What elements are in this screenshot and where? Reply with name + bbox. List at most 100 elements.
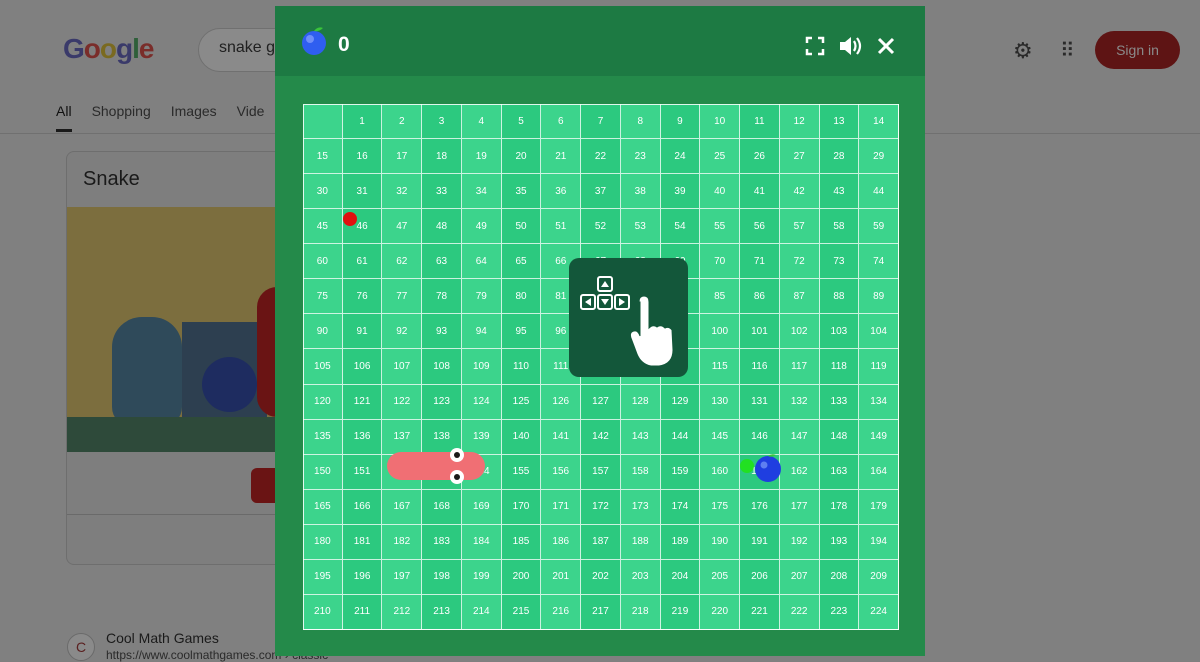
apple-food [755, 454, 781, 482]
grid-cell: 36 [541, 174, 582, 210]
grid-cell: 49 [461, 209, 502, 245]
grid-cell: 30 [303, 174, 343, 210]
grid-cell: 16 [342, 139, 383, 175]
search-tabs: All Shopping Images Vide [56, 103, 264, 132]
grid-cell: 3 [422, 104, 462, 140]
grid-cell: 146 [740, 419, 780, 455]
grid-cell: 170 [501, 489, 542, 525]
grid-cell: 192 [779, 524, 820, 560]
grid-cell: 130 [700, 384, 741, 420]
card-title: Snake [83, 168, 140, 190]
floor-shape [67, 417, 277, 452]
grid-cell [303, 104, 343, 140]
close-button[interactable] [868, 28, 904, 64]
grid-cell: 21 [541, 139, 582, 175]
grid-cell: 123 [422, 384, 462, 420]
grid-cell: 72 [779, 244, 820, 280]
grid-cell: 106 [342, 349, 383, 385]
grid-cell: 118 [819, 349, 860, 385]
result-title[interactable]: Cool Math Games [106, 630, 219, 646]
grid-cell: 108 [422, 349, 462, 385]
grid-cell: 143 [620, 419, 661, 455]
tab-shopping[interactable]: Shopping [92, 103, 151, 132]
grid-cell: 101 [740, 314, 780, 350]
grid-cell: 173 [620, 489, 661, 525]
grid-cell: 147 [779, 419, 820, 455]
hand-pointer-icon [629, 295, 674, 367]
grid-cell: 79 [461, 279, 502, 315]
grid-cell: 55 [700, 209, 741, 245]
gear-icon[interactable]: ⚙ [1013, 38, 1033, 64]
snake-eye-bottom [450, 470, 464, 484]
grid-cell: 109 [461, 349, 502, 385]
grid-cell: 75 [303, 279, 343, 315]
grid-cell: 174 [660, 489, 701, 525]
grid-cell: 134 [859, 384, 899, 420]
grid-cell: 52 [581, 209, 621, 245]
grid-cell: 164 [859, 454, 899, 490]
grid-cell: 160 [700, 454, 741, 490]
grid-cell: 191 [740, 524, 780, 560]
grid-cell: 11 [740, 104, 780, 140]
sound-button[interactable] [832, 28, 868, 64]
grid-cell: 175 [700, 489, 741, 525]
grid-cell: 200 [501, 559, 542, 595]
grid-cell: 167 [382, 489, 423, 525]
game-board[interactable]: 1 2 3 4 5 6 7 8 9 10 11 12 13 14 15 16 17 18 19 20 21 22 23 24 2… [303, 104, 899, 630]
grid-cell: 4 [461, 104, 502, 140]
grid-cell: 9 [660, 104, 701, 140]
grid-cell: 213 [422, 594, 462, 630]
grid-cell: 22 [581, 139, 621, 175]
fullscreen-button[interactable] [797, 28, 833, 64]
grid-cell: 27 [779, 139, 820, 175]
grid-cell: 139 [461, 419, 502, 455]
grid-cell: 151 [342, 454, 383, 490]
pineapple-shape [112, 317, 182, 427]
tab-all[interactable]: All [56, 103, 72, 132]
grid-cell: 54 [660, 209, 701, 245]
grid-cell: 38 [620, 174, 661, 210]
grid-cell: 142 [581, 419, 621, 455]
grid-cell: 80 [501, 279, 542, 315]
site-favicon: C [67, 633, 95, 661]
grid-cell: 107 [382, 349, 423, 385]
search-logo[interactable]: Google [63, 33, 154, 65]
grid-cell: 211 [342, 594, 383, 630]
grid-cell: 26 [740, 139, 780, 175]
grid-cell: 110 [501, 349, 542, 385]
apps-grid-icon[interactable]: ⠿ [1060, 38, 1075, 63]
grid-cell: 33 [422, 174, 462, 210]
grid-cell: 210 [303, 594, 343, 630]
grid-cell: 24 [660, 139, 701, 175]
grid-cell: 158 [620, 454, 661, 490]
grid-cell: 132 [779, 384, 820, 420]
tab-videos[interactable]: Vide [237, 103, 265, 132]
grid-cell: 120 [303, 384, 343, 420]
tab-images[interactable]: Images [171, 103, 217, 132]
grid-cell: 214 [461, 594, 502, 630]
grid-cell: 185 [501, 524, 542, 560]
grid-cell: 156 [541, 454, 582, 490]
grid-cell: 209 [859, 559, 899, 595]
grid-cell: 121 [342, 384, 383, 420]
game-header: 0 [275, 6, 925, 76]
grid-cell: 12 [779, 104, 820, 140]
grid-cell: 195 [303, 559, 343, 595]
snake-eye-top [450, 448, 464, 462]
grid-cell: 133 [819, 384, 860, 420]
grid-cell: 78 [422, 279, 462, 315]
grid-cell: 65 [501, 244, 542, 280]
grid-cell: 64 [461, 244, 502, 280]
grid-cell: 13 [819, 104, 860, 140]
grid-cell: 56 [740, 209, 780, 245]
sign-in-button[interactable]: Sign in [1095, 31, 1180, 69]
grid-cell: 51 [541, 209, 582, 245]
grid-cell: 37 [581, 174, 621, 210]
grid-cell: 77 [382, 279, 423, 315]
grid-cell: 206 [740, 559, 780, 595]
green-marker [740, 459, 754, 473]
grid-cell: 141 [541, 419, 582, 455]
grid-cell: 178 [819, 489, 860, 525]
grid-cell: 100 [700, 314, 741, 350]
grid-cell: 222 [779, 594, 820, 630]
